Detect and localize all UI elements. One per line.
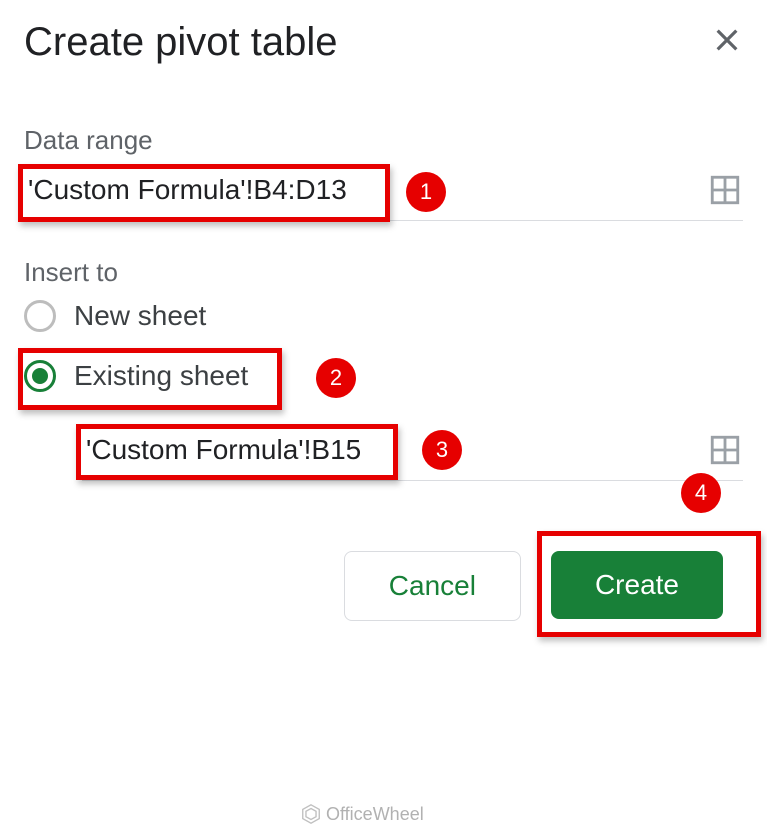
dialog-title: Create pivot table xyxy=(24,20,338,65)
existing-sheet-range-row: 3 xyxy=(82,428,743,481)
grid-select-icon[interactable] xyxy=(707,172,743,208)
watermark-text: OfficeWheel xyxy=(326,804,424,825)
existing-sheet-label: Existing sheet xyxy=(74,360,248,392)
data-range-row: 1 xyxy=(24,168,743,221)
radio-icon xyxy=(24,300,56,332)
close-icon[interactable] xyxy=(711,24,743,62)
existing-sheet-radio[interactable]: Existing sheet xyxy=(24,352,258,400)
cancel-button[interactable]: Cancel xyxy=(344,551,521,621)
watermark: OfficeWheel xyxy=(300,803,424,825)
create-pivot-dialog: Create pivot table Data range 1 Insert t… xyxy=(0,0,767,641)
dialog-header: Create pivot table xyxy=(24,20,743,65)
data-range-label: Data range xyxy=(24,125,743,156)
new-sheet-label: New sheet xyxy=(74,300,206,332)
insert-to-radio-group: New sheet Existing sheet 2 3 xyxy=(24,300,743,481)
annotation-badge: 1 xyxy=(406,172,446,212)
radio-icon xyxy=(24,360,56,392)
grid-select-icon[interactable] xyxy=(707,432,743,468)
data-range-input[interactable] xyxy=(24,168,384,212)
existing-sheet-range-input[interactable] xyxy=(82,428,392,472)
dialog-footer: Cancel Create 4 xyxy=(24,551,743,621)
create-button[interactable]: Create xyxy=(551,551,723,619)
new-sheet-radio[interactable]: New sheet xyxy=(24,300,743,332)
annotation-badge: 3 xyxy=(422,430,462,470)
annotation-badge: 2 xyxy=(316,358,356,398)
insert-to-label: Insert to xyxy=(24,257,743,288)
